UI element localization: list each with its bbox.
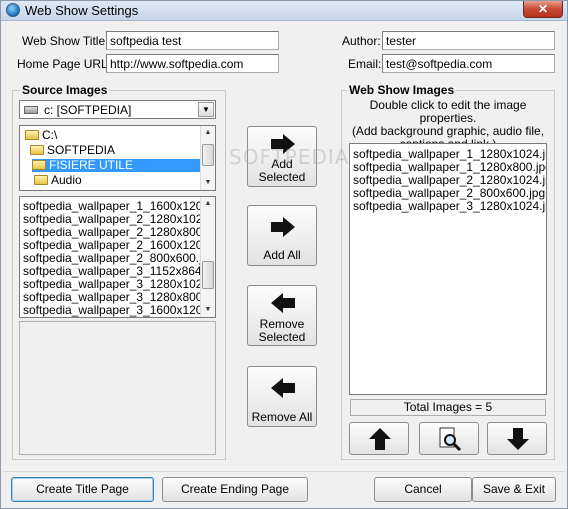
home-page-url-field[interactable]: http://www.softpedia.com <box>106 54 279 73</box>
image-preview-area <box>19 321 216 455</box>
folder-icon <box>34 175 48 185</box>
chevron-down-icon[interactable]: ▼ <box>198 102 214 117</box>
folder-item[interactable]: Audio <box>34 174 82 187</box>
folder-open-icon <box>30 145 44 155</box>
image-item[interactable]: softpedia_wallpaper_3_1280x1024.jpg <box>353 200 546 213</box>
move-down-button[interactable] <box>487 422 547 455</box>
magnifier-page-icon <box>439 427 462 451</box>
cancel-button[interactable]: Cancel <box>374 477 472 502</box>
remove-selected-button[interactable]: Remove Selected <box>247 285 317 346</box>
drive-select[interactable]: c: [SOFTPEDIA] ▼ <box>19 100 216 119</box>
preview-button[interactable] <box>419 422 479 455</box>
web-show-title-field[interactable]: softpedia test <box>106 31 279 50</box>
email-field[interactable]: test@softpedia.com <box>382 54 555 73</box>
arrow-left-icon <box>271 293 295 313</box>
remove-all-button[interactable]: Remove All <box>247 366 317 427</box>
files-scrollbar[interactable]: ▲ ▼ <box>200 197 215 317</box>
folder-tree-scrollbar[interactable]: ▲ ▼ <box>200 126 215 190</box>
file-item[interactable]: softpedia_wallpaper_3_1600x1200.jp <box>23 304 215 317</box>
scroll-down-icon[interactable]: ▼ <box>201 176 215 190</box>
create-ending-page-button[interactable]: Create Ending Page <box>162 477 308 502</box>
arrow-right-icon <box>271 217 295 237</box>
total-images-count: Total Images = 5 <box>350 399 546 416</box>
arrow-down-icon <box>507 428 529 450</box>
scroll-thumb[interactable] <box>202 144 214 166</box>
create-title-page-button[interactable]: Create Title Page <box>11 477 154 502</box>
close-button[interactable]: ✕ <box>523 1 563 18</box>
author-field[interactable]: tester <box>382 31 555 50</box>
home-page-url-label: Home Page URL: <box>17 57 112 71</box>
move-up-button[interactable] <box>349 422 409 455</box>
add-all-button[interactable]: Add All <box>247 205 317 266</box>
save-exit-button[interactable]: Save & Exit <box>472 477 556 502</box>
author-label: Author: <box>342 34 381 48</box>
folder-item[interactable]: C:\ <box>25 129 57 142</box>
scroll-up-icon[interactable]: ▲ <box>201 126 215 140</box>
globe-icon <box>6 3 20 17</box>
web-show-title-label: Web Show Title: <box>22 34 109 48</box>
window-title: Web Show Settings <box>25 3 139 18</box>
folder-item[interactable]: SOFTPEDIA <box>30 144 115 157</box>
folder-open-icon <box>32 160 46 170</box>
title-bar[interactable]: Web Show Settings ✕ <box>1 1 567 21</box>
drive-select-value: c: [SOFTPEDIA] <box>44 103 132 117</box>
source-files-list[interactable]: softpedia_wallpaper_1_1600x1200.jp softp… <box>19 196 216 318</box>
web-show-images-list[interactable]: softpedia_wallpaper_1_1280x1024.jpg soft… <box>349 143 547 395</box>
scroll-up-icon[interactable]: ▲ <box>201 197 215 211</box>
web-show-images-title: Web Show Images <box>347 83 457 97</box>
separator <box>3 471 565 472</box>
scroll-thumb[interactable] <box>202 261 214 289</box>
arrow-up-icon <box>369 428 391 450</box>
source-images-title: Source Images <box>20 83 110 97</box>
scroll-down-icon[interactable]: ▼ <box>201 303 215 317</box>
folder-item-selected[interactable]: FISIERE UTILE <box>32 159 200 172</box>
web-show-settings-window: Web Show Settings ✕ Web Show Title: soft… <box>0 0 568 509</box>
folder-open-icon <box>25 130 39 140</box>
arrow-left-icon <box>271 378 295 398</box>
email-label: Email: <box>348 57 382 71</box>
watermark: SOFTPEDIA <box>229 145 350 169</box>
folder-tree[interactable]: C:\ SOFTPEDIA FISIERE UTILE Audio ▲ ▼ <box>19 125 216 191</box>
drive-icon <box>24 106 38 114</box>
